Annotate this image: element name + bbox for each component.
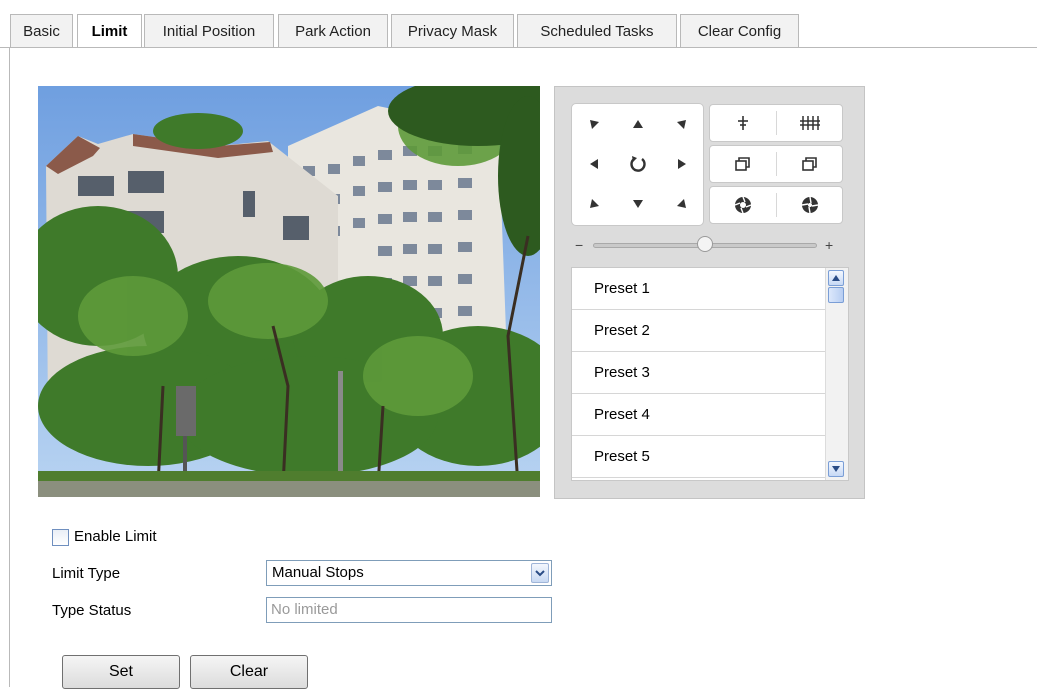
zoom-out-button[interactable] bbox=[777, 105, 843, 141]
arrow-up-left-icon bbox=[590, 120, 599, 129]
focus-group bbox=[709, 145, 843, 183]
speed-decrease[interactable]: − bbox=[575, 236, 583, 254]
arrow-down-left-icon bbox=[590, 199, 599, 208]
scroll-down-button[interactable] bbox=[828, 461, 844, 477]
tab-basic[interactable]: Basic bbox=[10, 14, 73, 47]
zoom-group bbox=[709, 104, 843, 142]
ptz-control-panel: − + Preset 1 Preset 2 Preset 3 Preset 4 … bbox=[554, 86, 865, 499]
tab-privacy-mask[interactable]: Privacy Mask bbox=[391, 14, 514, 47]
tilt-up-button[interactable] bbox=[616, 104, 660, 144]
zoom-in-icon bbox=[738, 116, 748, 130]
type-status-field[interactable]: No limited bbox=[266, 597, 552, 623]
arrow-up-icon bbox=[633, 120, 643, 128]
pan-up-left-button[interactable] bbox=[572, 104, 616, 144]
refresh-icon bbox=[630, 156, 646, 172]
zoom-in-button[interactable] bbox=[710, 105, 776, 141]
focus-near-icon bbox=[735, 157, 750, 171]
live-video[interactable] bbox=[38, 86, 540, 497]
tab-scheduled-tasks[interactable]: Scheduled Tasks bbox=[517, 14, 677, 47]
pan-down-right-button[interactable] bbox=[660, 184, 704, 224]
zoom-out-icon bbox=[800, 116, 820, 130]
dropdown-button[interactable] bbox=[531, 563, 549, 583]
iris-close-icon bbox=[801, 196, 819, 214]
preset-item[interactable]: Preset 1 bbox=[572, 268, 825, 310]
tab-limit[interactable]: Limit bbox=[77, 14, 142, 48]
preset-item[interactable]: Preset 2 bbox=[572, 310, 825, 352]
arrow-left-icon bbox=[590, 159, 598, 169]
type-status-label: Type Status bbox=[52, 602, 132, 619]
auto-pan-button[interactable] bbox=[616, 144, 660, 184]
chevron-down-icon bbox=[832, 466, 840, 472]
content-border bbox=[9, 47, 10, 687]
ptz-speed-slider[interactable]: − + bbox=[571, 235, 839, 255]
preset-scrollbar[interactable] bbox=[825, 268, 848, 480]
pan-left-button[interactable] bbox=[572, 144, 616, 184]
arrow-down-right-icon bbox=[677, 199, 686, 208]
pan-right-button[interactable] bbox=[660, 144, 704, 184]
limit-type-select[interactable]: Manual Stops bbox=[266, 560, 552, 586]
pan-down-left-button[interactable] bbox=[572, 184, 616, 224]
direction-pad bbox=[571, 103, 704, 226]
slider-handle[interactable] bbox=[697, 236, 713, 252]
scroll-thumb[interactable] bbox=[828, 287, 844, 303]
scroll-up-button[interactable] bbox=[828, 270, 844, 286]
iris-group bbox=[709, 186, 843, 224]
limit-type-label: Limit Type bbox=[52, 565, 121, 582]
arrow-right-icon bbox=[678, 159, 686, 169]
iris-close-button[interactable] bbox=[777, 187, 843, 223]
iris-open-button[interactable] bbox=[710, 187, 776, 223]
speed-increase[interactable]: + bbox=[825, 236, 833, 254]
limit-type-value: Manual Stops bbox=[272, 564, 364, 581]
preset-item[interactable]: Preset 3 bbox=[572, 352, 825, 394]
iris-open-icon bbox=[734, 196, 752, 214]
preset-item[interactable]: Preset 4 bbox=[572, 394, 825, 436]
tilt-down-button[interactable] bbox=[616, 184, 660, 224]
focus-far-icon bbox=[802, 157, 817, 171]
pan-up-right-button[interactable] bbox=[660, 104, 704, 144]
tab-initial-position[interactable]: Initial Position bbox=[144, 14, 274, 47]
preset-list: Preset 1 Preset 2 Preset 3 Preset 4 Pres… bbox=[571, 267, 849, 481]
focus-near-button[interactable] bbox=[710, 146, 776, 182]
enable-limit-checkbox[interactable] bbox=[52, 529, 69, 546]
chevron-up-icon bbox=[832, 275, 840, 281]
tab-bar: Basic Limit Initial Position Park Action… bbox=[0, 0, 1037, 48]
tab-clear-config[interactable]: Clear Config bbox=[680, 14, 799, 47]
tab-park-action[interactable]: Park Action bbox=[278, 14, 388, 47]
preset-item[interactable]: Preset 5 bbox=[572, 436, 825, 478]
tab-divider bbox=[0, 47, 1037, 48]
chevron-down-icon bbox=[535, 569, 545, 576]
enable-limit-label: Enable Limit bbox=[74, 528, 157, 545]
arrow-down-icon bbox=[633, 200, 643, 208]
arrow-up-right-icon bbox=[677, 120, 686, 129]
focus-far-button[interactable] bbox=[777, 146, 843, 182]
